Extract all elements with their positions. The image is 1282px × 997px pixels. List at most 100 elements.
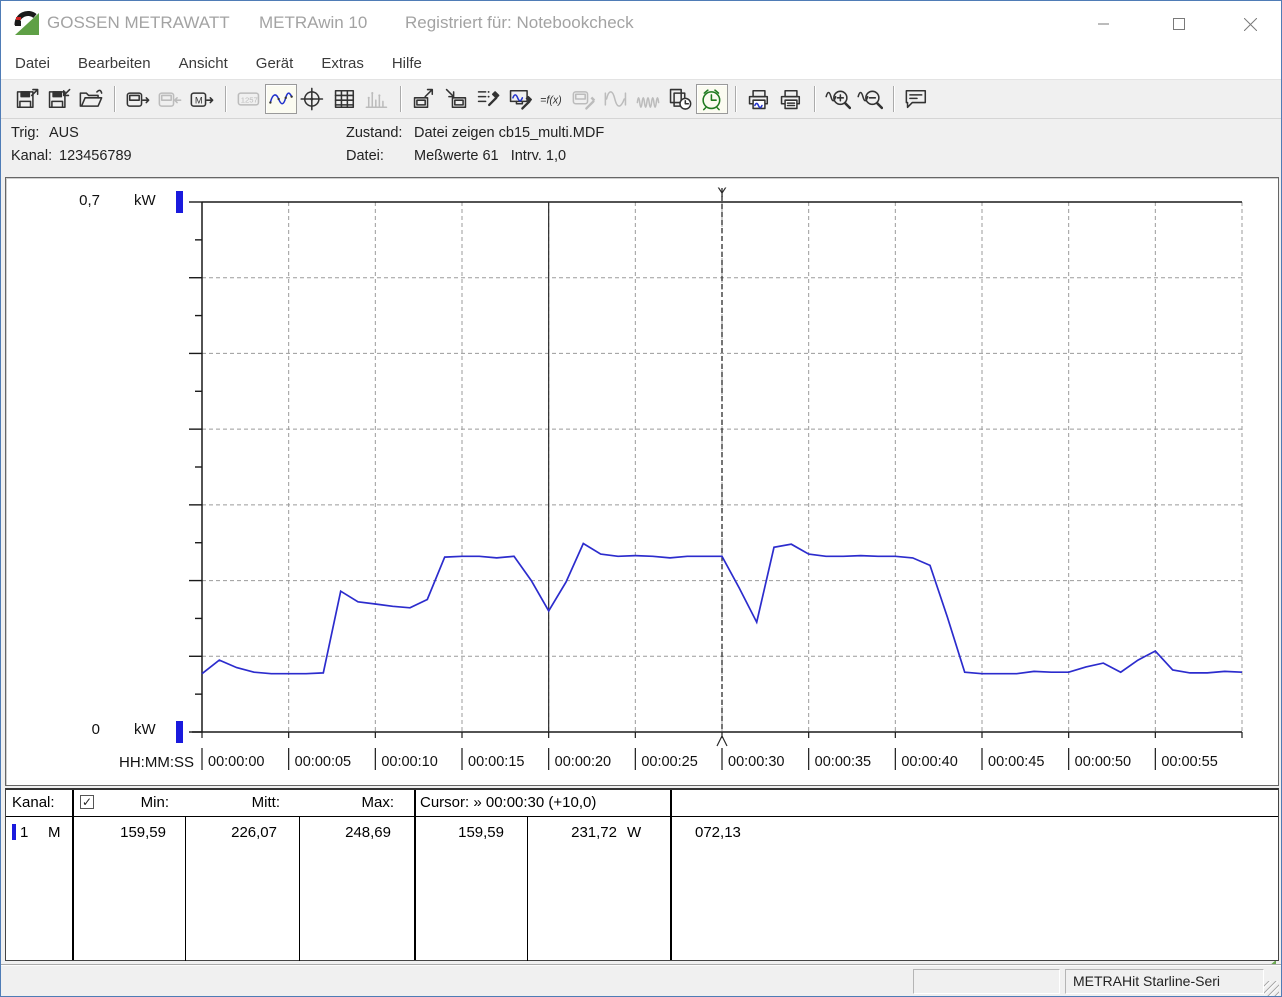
display-settings-icon[interactable] [504,84,536,114]
y-axis-min-label: 0 [91,721,100,738]
device-name: METRAHit Starline-Seri [1073,973,1221,989]
svg-text:1257: 1257 [241,96,258,105]
x-tick-label: 00:00:15 [468,754,524,770]
channel-value: 123456789 [59,148,132,164]
channel-color-bar [12,824,16,840]
data-table-icon[interactable] [329,84,361,114]
channel-scale-markers [176,191,183,743]
toolbar-separator [735,86,736,112]
app-title: METRAwin 10 [259,13,368,32]
stats-divider-1 [72,790,74,960]
toolbar-separator [225,86,226,112]
menu-extras[interactable]: Extras [307,51,378,76]
print-icon[interactable] [775,84,807,114]
channel-settings-icon[interactable] [472,84,504,114]
trigger-label: Trig: [11,125,40,141]
x-tick-label: 00:00:35 [815,754,871,770]
x-tick-labels: 00:00:00 00:00:05 00:00:10 00:00:15 00:00:20… [201,748,1218,770]
time-sync-icon[interactable] [696,84,728,114]
channel-number: 1 [20,824,29,841]
mitt-header: Mitt: [251,794,280,811]
x-tick-label: 00:00:10 [381,754,437,770]
max-value: 248,69 [345,824,391,841]
x-tick-label: 00:00:45 [988,754,1044,770]
x-tick-label: 00:00:05 [295,754,351,770]
trend-chart-icon[interactable] [265,84,297,114]
cursor-top-marker: Y [717,184,727,200]
stats-divider-4 [414,790,416,960]
y-axis-unit-top: kW [134,192,156,209]
save-file-as-icon[interactable] [43,84,75,114]
channel-stats-panel: Kanal: ✓ Min: Mitt: Max: Cursor: » 00:00… [5,788,1279,961]
formula-fx-icon[interactable]: =f(x) [536,84,568,114]
cursor-header: Cursor: » 00:00:30 (+10,0) [420,794,597,811]
trend-chart-panel[interactable]: 00:00:00 00:00:05 00:00:10 00:00:15 00:00:20… [5,177,1279,786]
status-box-device: METRAHit Starline-Seri [1065,969,1264,994]
mitt-value: 226,07 [231,824,277,841]
channel-flag: M [48,824,61,841]
title-bar: GOSSEN METRAWATT METRAwin 10 Registriert… [1,1,1281,47]
menu-geraet[interactable]: Gerät [242,51,308,76]
toolbar-separator [114,86,115,112]
xy-scope-icon[interactable] [297,84,329,114]
measurement-info-panel: Trig: AUS Kanal: 123456789 Zustand: Date… [1,119,1281,175]
annotation-icon[interactable] [901,84,933,114]
x-tick-label: 00:00:40 [901,754,957,770]
axes [189,201,1243,738]
cursor2-unit: W [627,824,642,841]
channel-label: Kanal: [11,148,53,164]
open-file-icon[interactable] [75,84,107,114]
min-value: 159,59 [120,824,166,841]
state-label: Zustand: [346,125,403,141]
resize-grip[interactable] [1264,981,1279,996]
max-header: Max: [361,794,394,811]
menu-bar: Datei Bearbeiten Ansicht Gerät Extras Hi… [1,47,1281,79]
toolbar-separator [400,86,401,112]
status-box-empty [913,969,1060,994]
read-device-icon[interactable] [122,84,154,114]
cursor1-value: 159,59 [458,824,504,841]
x-tick-label: 00:00:30 [728,754,784,770]
x-tick-label: 00:00:00 [208,754,264,770]
x-tick-label: 00:00:55 [1161,754,1217,770]
zoom-in-icon[interactable] [822,84,854,114]
cursor2-value: 231,72 [571,824,617,841]
svg-text:M: M [195,96,203,107]
trend-plot[interactable]: 00:00:00 00:00:05 00:00:10 00:00:15 00:00:20… [6,178,1278,785]
toolbar-separator [893,86,894,112]
stats-header-divider [6,816,1278,817]
menu-bearbeiten[interactable]: Bearbeiten [64,51,165,76]
minimize-button[interactable] [1089,11,1119,37]
maximize-button[interactable] [1164,11,1194,37]
histogram-icon [361,84,393,114]
print-preview-icon[interactable] [743,84,775,114]
zoom-out-icon[interactable] [854,84,886,114]
numeric-display-icon: 1257 [233,84,265,114]
y-axis-unit-bottom: kW [134,721,156,738]
gossen-metrawatt-logo-icon [14,10,39,35]
import-data-icon[interactable] [440,84,472,114]
x-tick-label: 00:00:25 [641,754,697,770]
menu-hilfe[interactable]: Hilfe [378,51,436,76]
menu-ansicht[interactable]: Ansicht [165,51,242,76]
state-value: Datei zeigen cb15_multi.MDF [414,125,605,141]
stats-channel-header: Kanal: [12,794,55,811]
trigger-value: AUS [49,125,79,141]
single-curve-icon [600,84,632,114]
multi-curve-icon [632,84,664,114]
delta-value: 072,13 [695,824,741,841]
brand-text: GOSSEN METRAWATT [47,13,230,32]
save-file-icon[interactable] [11,84,43,114]
toolbar: M 1257 =f(x) [1,79,1281,119]
copy-time-window-icon[interactable] [664,84,696,114]
close-button[interactable] [1235,11,1265,37]
export-data-icon[interactable] [408,84,440,114]
cursor-2[interactable]: Y [716,184,728,747]
write-device-icon [154,84,186,114]
file-label: Datei: [346,148,384,164]
x-tick-label: 00:00:20 [555,754,611,770]
menu-datei[interactable]: Datei [1,51,64,76]
min-header: Min: [140,794,169,811]
metrawin-window: GOSSEN METRAWATT METRAwin 10 Registriert… [0,0,1282,997]
device-memory-icon[interactable]: M [186,84,218,114]
